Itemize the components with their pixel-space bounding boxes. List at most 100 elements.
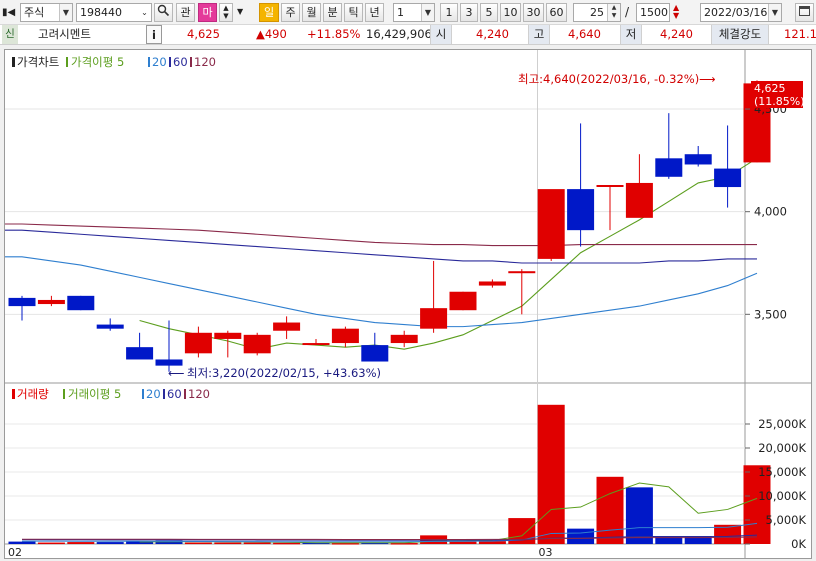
zoom-spinner-icon[interactable]: ▲ ▼ bbox=[607, 4, 620, 21]
volume-bar bbox=[537, 404, 565, 544]
stock-chart[interactable]: 3,5004,0004,5000K5,000K10,000K15,000K20,… bbox=[5, 50, 811, 559]
candle-body bbox=[361, 345, 389, 362]
zoom-total-value: 1500 bbox=[640, 6, 668, 19]
trade-volume: 16,429,906 bbox=[366, 27, 432, 41]
window-layout-icon[interactable] bbox=[795, 3, 814, 22]
volume-tick-label: 25,000K bbox=[758, 417, 806, 431]
volume-bar bbox=[37, 542, 65, 545]
stock-code-value: 198440 bbox=[80, 6, 122, 19]
volume-bar bbox=[596, 476, 624, 544]
candle-body bbox=[273, 322, 301, 331]
stock-info-button[interactable]: i bbox=[146, 25, 162, 44]
price-tick-label: 4,000 bbox=[754, 205, 787, 219]
volume-legend-ma120: 120 bbox=[188, 387, 210, 401]
zoom-count-value: 25 bbox=[590, 6, 604, 19]
price-tick-label: 3,500 bbox=[754, 307, 787, 321]
chevron-down-icon[interactable]: ▼ bbox=[421, 4, 434, 21]
volume-tick-label: 10,000K bbox=[758, 489, 806, 503]
price-ma5-line bbox=[139, 157, 758, 350]
date-select[interactable]: 2022/03/16 ▼ bbox=[700, 3, 782, 22]
open-label: 시 bbox=[430, 25, 452, 44]
candle-body bbox=[8, 297, 36, 307]
candle-body bbox=[126, 347, 154, 360]
zoom-arrows-icon[interactable]: ▲ ▼ bbox=[673, 4, 679, 20]
candle-body bbox=[625, 182, 653, 218]
month-tick-label: 02 bbox=[8, 546, 22, 558]
quote-bar: 신 고려시멘트 i 4,625 ▲490 +11.85% 16,429,906 … bbox=[0, 25, 816, 45]
low-price: 4,240 bbox=[660, 27, 693, 41]
zoom-separator: / bbox=[625, 5, 630, 19]
stock-code-input[interactable]: 198440 ⌄ bbox=[76, 3, 152, 22]
market-select-value: 주식 bbox=[24, 6, 45, 19]
volume-tick-label: 0K bbox=[791, 537, 806, 551]
trade-strength: 121.1 bbox=[784, 27, 816, 41]
watchlist-button[interactable]: 관 bbox=[176, 3, 195, 22]
chevron-down-icon[interactable]: ⌄ bbox=[138, 4, 151, 21]
minute-5-button[interactable]: 5 bbox=[480, 3, 498, 22]
candle-body bbox=[596, 185, 624, 187]
price-legend: 가격차트 가격이평 5 20 60 120 bbox=[12, 55, 216, 69]
chevron-down-icon[interactable]: ▼ bbox=[237, 7, 243, 16]
last-price-value: 4,625 bbox=[754, 82, 786, 95]
open-price: 4,240 bbox=[476, 27, 509, 41]
volume-bar bbox=[8, 541, 36, 544]
strength-label: 체결강도 bbox=[711, 25, 769, 44]
price-change-pct: +11.85% bbox=[307, 27, 361, 41]
period-day-button[interactable]: 일 bbox=[259, 3, 279, 22]
volume-ma5-line bbox=[139, 482, 758, 544]
minute-60-button[interactable]: 60 bbox=[546, 3, 567, 22]
volume-tick-label: 20,000K bbox=[758, 441, 806, 455]
market-select[interactable]: 주식 ▼ bbox=[20, 3, 73, 22]
candle-body bbox=[67, 295, 95, 311]
volume-bar bbox=[96, 542, 124, 544]
period-tick-button[interactable]: 틱 bbox=[344, 3, 363, 22]
chart-panel[interactable]: 3,500 4,000 4,500 0K 5,000K 10,000K 15,000K 20,… bbox=[4, 49, 812, 559]
period-year-button[interactable]: 년 bbox=[365, 3, 384, 22]
volume-bar bbox=[67, 542, 95, 544]
zoom-total-input[interactable]: 1500 bbox=[636, 3, 670, 22]
minute-select-value: 1 bbox=[397, 6, 404, 19]
search-icon[interactable] bbox=[154, 3, 173, 22]
minute-10-button[interactable]: 10 bbox=[500, 3, 521, 22]
candle-body bbox=[537, 189, 565, 259]
period-minute-button[interactable]: 분 bbox=[323, 3, 342, 22]
volume-legend-ma60: 60 bbox=[167, 387, 182, 401]
period-month-button[interactable]: 월 bbox=[302, 3, 321, 22]
chevron-down-icon[interactable]: ▼ bbox=[59, 4, 72, 21]
candle-body bbox=[449, 291, 477, 311]
current-price: 4,625 bbox=[187, 27, 220, 41]
volume-legend-ma5: 거래이평 5 bbox=[68, 387, 121, 401]
volume-bar bbox=[449, 541, 477, 544]
minute-1-button[interactable]: 1 bbox=[440, 3, 458, 22]
volume-legend: 거래량 거래이평 5 20 60 120 bbox=[12, 387, 210, 401]
candle-body bbox=[184, 332, 212, 354]
candle-body bbox=[714, 168, 742, 188]
candle-body bbox=[684, 154, 712, 165]
chevron-down-icon[interactable]: ▼ bbox=[768, 4, 781, 21]
minute-3-button[interactable]: 3 bbox=[460, 3, 478, 22]
candle-body bbox=[420, 308, 448, 329]
candle-body bbox=[390, 334, 418, 344]
zoom-count-input[interactable]: 25 ▲ ▼ bbox=[573, 3, 621, 22]
price-legend-ma20: 20 bbox=[152, 55, 167, 69]
ma-button[interactable]: 마 bbox=[198, 3, 217, 22]
min-arrow-icon: ⟵ bbox=[168, 366, 185, 380]
minute-select[interactable]: 1 ▼ bbox=[393, 3, 435, 22]
volume-bar bbox=[625, 487, 653, 544]
candle-body bbox=[155, 359, 183, 366]
volume-tick-label: 15,000K bbox=[758, 465, 806, 479]
high-label: 고 bbox=[528, 25, 550, 44]
candle-body bbox=[96, 324, 124, 329]
period-week-button[interactable]: 주 bbox=[281, 3, 300, 22]
volume-tick-label: 5,000K bbox=[766, 513, 807, 527]
credit-badge: 신 bbox=[2, 25, 18, 44]
volume-legend-ma20: 20 bbox=[146, 387, 161, 401]
screen-menu-icon[interactable]: ▮◀ bbox=[2, 6, 16, 19]
volume-bar bbox=[243, 542, 271, 545]
minute-30-button[interactable]: 30 bbox=[523, 3, 544, 22]
volume-bar bbox=[273, 542, 301, 545]
stock-name: 고려시멘트 bbox=[38, 27, 91, 41]
updown-spinner[interactable]: ▲ ▼ bbox=[219, 3, 233, 22]
volume-bar bbox=[567, 528, 595, 544]
candle-body bbox=[302, 343, 330, 346]
